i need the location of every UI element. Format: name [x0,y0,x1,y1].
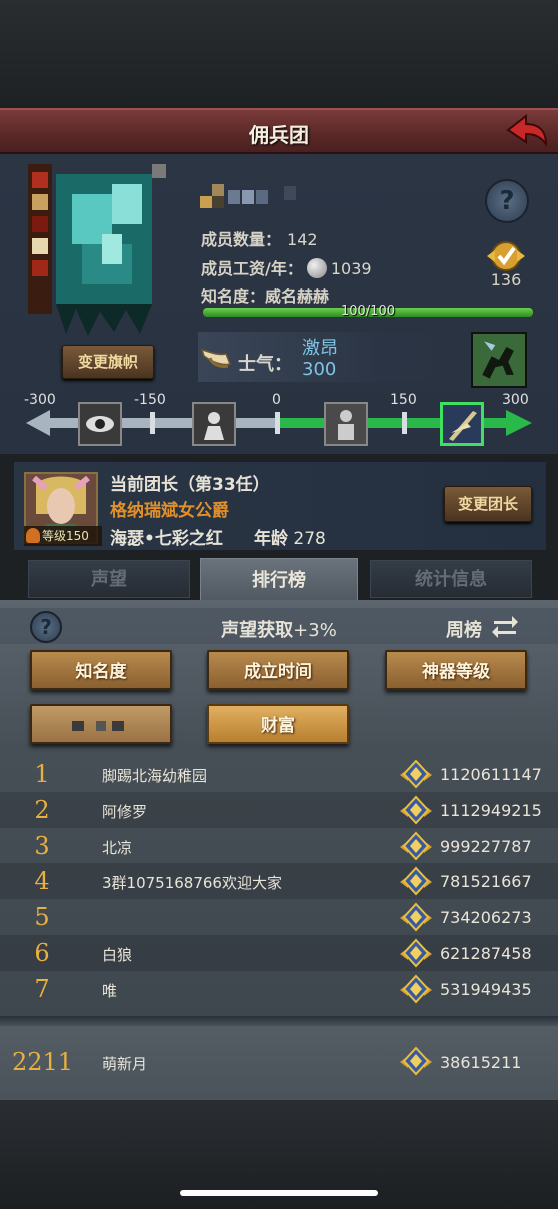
row-rank: 2 [34,795,50,824]
wealth-emblem-icon [400,1046,432,1076]
change-banner-button[interactable]: 变更旗帜 [62,345,154,379]
guild-rank-number: 136 [490,270,522,289]
leader-hero-name: 海瑟•七彩之红 [110,529,223,549]
my-wealth-value: 38615211 [440,1053,522,1072]
table-row[interactable]: 3 北凉 999227787 [0,828,558,864]
members-value: 142 [287,230,318,249]
table-row[interactable]: 5 734206273 [0,899,558,935]
leader-panel: 等级150 当前团长（第33任） 格纳瑞斌女公爵 海瑟•七彩之红 年龄 278 … [14,462,546,550]
back-arrow-icon[interactable] [506,114,548,150]
row-guild-name: 北凉 [102,838,133,857]
row-wealth-value: 734206273 [440,908,532,928]
row-rank: 4 [34,867,50,896]
guild-banner-icon [28,164,166,336]
despair-icon [192,402,236,446]
row-guild-name: 唯 [102,981,118,1000]
home-indicator[interactable] [180,1190,378,1196]
wealth-emblem-icon [400,902,432,932]
morale-label: 士气： [238,354,292,375]
leader-age-value: 278 [293,529,326,549]
row-rank: 1 [34,760,50,788]
leader-name: 格纳瑞斌女公爵 [110,501,229,521]
guild-name-mosaic [200,184,296,208]
morale-charge-icon[interactable] [471,332,527,388]
members-line: 成员数量： 142 [201,226,318,250]
members-label: 成员数量： [201,230,282,249]
category-fame-button[interactable]: 知名度 [30,650,172,690]
scale-label-neg150: -150 [134,392,166,408]
change-leader-button[interactable]: 变更团长 [444,486,532,522]
category-wealth-button[interactable]: 财富 [207,704,349,744]
wealth-emblem-icon [400,866,432,896]
swap-icon[interactable] [490,612,520,640]
row-wealth-value: 1112949215 [440,800,542,820]
row-guild-name: 白狼 [102,945,133,964]
guild-info-panel: 变更旗帜 ? 136 成员数量： 142 成员工资/年： 1039 知名度：威名赫赫… [0,154,558,454]
leader-title: 当前团长（第33任） [110,475,270,495]
wealth-emblem-icon [400,938,432,968]
scale-label-pos150: 150 [390,392,417,408]
leader-age: 年龄 278 [254,524,326,549]
row-wealth-value: 621287458 [440,943,532,963]
wealth-emblem-icon [400,831,432,861]
category-founding-time-button[interactable]: 成立时间 [207,650,349,690]
eye-icon [78,402,122,446]
table-row[interactable]: 2 阿修罗 1112949215 [0,791,558,828]
wealth-emblem-icon [400,795,432,825]
row-wealth-value: 1120611147 [440,765,542,784]
ranking-list: 1 脚踢北海幼稚园 1120611147 2 阿修罗 1112949215 3 北凉 99922… [0,756,558,1016]
page-title: 佣兵团 [249,123,309,147]
horn-icon [200,348,232,368]
row-guild-name: 3群1075168766欢迎大家 [102,874,282,893]
scale-label-pos300: 300 [502,392,529,408]
rally-icon [440,402,484,446]
neutral-icon [324,402,368,446]
row-wealth-value: 999227787 [440,836,532,856]
bonus-label: 声望获取 [221,620,294,641]
category-artifact-level-button[interactable]: 神器等级 [385,650,527,690]
fire-icon [26,528,40,543]
leader-age-label: 年龄 [254,529,288,549]
morale-state: 激昂 [302,338,338,359]
top-background [0,0,558,108]
tab-statistics[interactable]: 统计信息 [370,560,532,598]
scale-label-zero: 0 [272,392,281,408]
scale-label-neg300: -300 [24,392,56,408]
my-rank: 2211 [12,1048,74,1076]
tab-reputation[interactable]: 声望 [28,560,190,598]
table-row[interactable]: 1 脚踢北海幼稚园 1120611147 [0,756,558,792]
category-mosaic [72,721,124,731]
category-masked-button[interactable] [30,704,172,744]
row-wealth-value: 531949435 [440,979,532,999]
weekly-toggle-label[interactable]: 周榜 [446,616,482,642]
fame-progress-text: 100/100 [340,304,395,319]
bonus-value: +3% [293,620,337,641]
title-bar: 佣兵团 [0,108,558,154]
help-icon[interactable]: ? [485,179,529,223]
leader-level-tag: 等级150 [24,526,102,546]
list-divider [0,1016,558,1026]
row-rank: 5 [34,903,50,932]
my-guild-row[interactable]: 2211 萌新月 38615211 [0,1026,558,1100]
table-row[interactable]: 7 唯 531949435 [0,971,558,1007]
my-guild-name: 萌新月 [102,1055,148,1073]
table-row[interactable]: 6 白狼 621287458 [0,934,558,971]
row-rank: 6 [34,938,50,967]
salary-value: 1039 [330,259,372,278]
morale-value: 300 [302,359,337,380]
silver-coin-icon [306,258,327,278]
row-wealth-value: 781521667 [440,872,532,892]
leader-level-text: 等级150 [42,529,89,543]
morale-scale: -300 -150 0 150 300 [0,392,558,454]
row-rank: 3 [34,831,50,860]
row-guild-name: 脚踢北海幼稚园 [102,767,208,785]
tab-leaderboard[interactable]: 排行榜 [200,558,358,602]
salary-line: 成员工资/年： 1039 [201,255,372,279]
salary-label: 成员工资/年： [201,259,303,278]
wealth-emblem-icon [400,759,432,789]
wealth-emblem-icon [400,974,432,1004]
row-rank: 7 [34,974,50,1003]
row-guild-name: 阿修罗 [102,802,148,821]
table-row[interactable]: 4 3群1075168766欢迎大家 781521667 [0,863,558,900]
